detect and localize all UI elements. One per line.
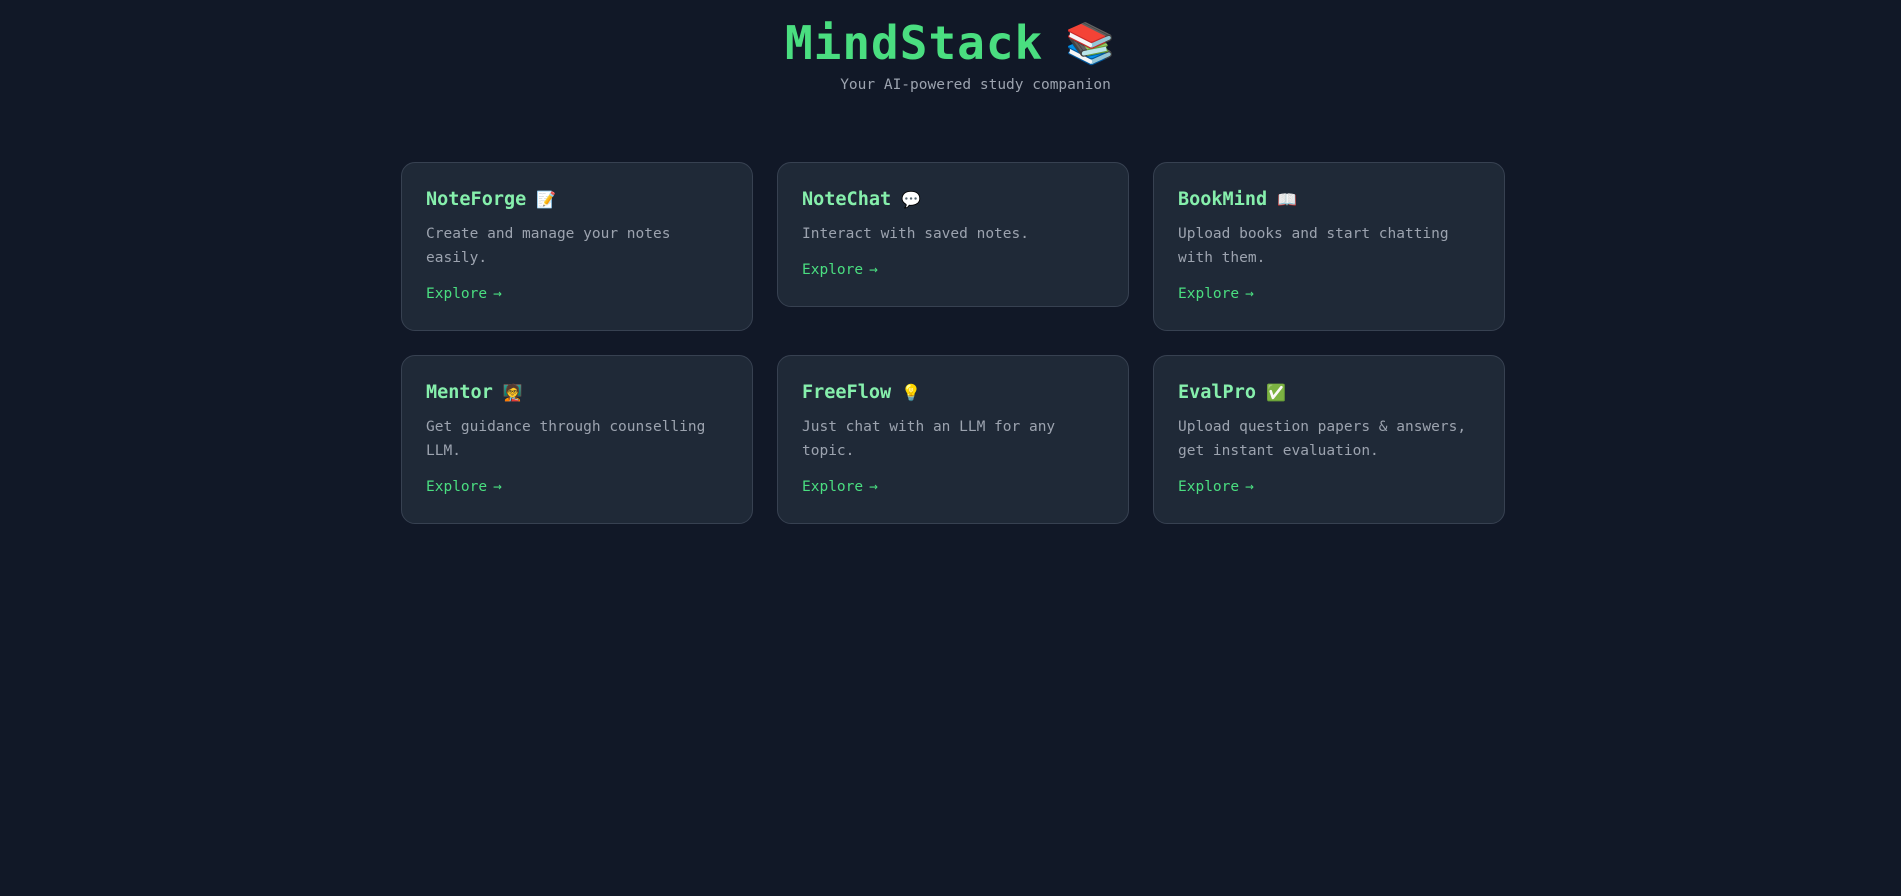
card-description: Upload question papers & answers, get in… [1178,419,1467,459]
card-title-text: BookMind [1178,189,1268,210]
books-icon: 📚 [1065,21,1117,67]
explore-link[interactable]: Explore → [426,478,502,496]
explore-link[interactable]: Explore → [1178,285,1254,303]
explore-link[interactable]: Explore → [426,285,502,303]
open-book-icon: 📖 [1277,190,1298,209]
explore-link-label: Explore [1178,286,1240,302]
memo-icon: 📝 [536,190,557,209]
card-title-text: NoteChat [802,189,892,210]
card-title-text: EvalPro [1178,382,1256,403]
explore-link[interactable]: Explore → [802,478,878,496]
explore-link-label: Explore [426,286,488,302]
app-title-text: MindStack [784,16,1044,70]
card-title-text: FreeFlow [802,382,892,403]
arrow-right-icon: → [869,479,878,495]
light-bulb-icon: 💡 [901,383,922,402]
card-mentor[interactable]: Mentor 🧑‍🏫 Get guidance through counselli… [401,355,753,524]
explore-link-label: Explore [426,479,488,495]
explore-link[interactable]: Explore → [802,261,878,279]
card-title: BookMind 📖 [1178,187,1480,213]
card-description: Create and manage your notes easily. [426,226,671,266]
check-mark-icon: ✅ [1265,383,1286,402]
explore-link-label: Explore [802,479,864,495]
card-description: Upload books and start chatting with the… [1178,226,1449,266]
card-freeflow[interactable]: FreeFlow 💡 Just chat with an LLM for any … [777,355,1129,524]
arrow-right-icon: → [493,479,502,495]
card-description: Get guidance through counselling LLM. [426,419,706,459]
card-evalpro[interactable]: EvalPro ✅ Upload question papers & answer… [1153,355,1505,524]
card-title: Mentor 🧑‍🏫 [426,380,728,406]
feature-grid: NoteForge 📝 Create and manage your notes … [401,162,1505,524]
card-title: FreeFlow 💡 [802,380,1104,406]
arrow-right-icon: → [1245,479,1254,495]
explore-link[interactable]: Explore → [1178,478,1254,496]
explore-link-label: Explore [1178,479,1240,495]
card-title: EvalPro ✅ [1178,380,1480,406]
app-title: MindStack 📚 [0,16,1901,71]
arrow-right-icon: → [493,286,502,302]
arrow-right-icon: → [1245,286,1254,302]
card-description: Just chat with an LLM for any topic. [802,419,1056,459]
app-subtitle: Your AI-powered study companion [840,77,1111,93]
teacher-icon: 🧑‍🏫 [502,383,523,402]
card-description: Interact with saved notes. [802,226,1029,242]
card-noteforge[interactable]: NoteForge 📝 Create and manage your notes … [401,162,753,331]
card-notechat[interactable]: NoteChat 💬 Interact with saved notes. Exp… [777,162,1129,307]
card-bookmind[interactable]: BookMind 📖 Upload books and start chattin… [1153,162,1505,331]
speech-bubble-icon: 💬 [901,190,922,209]
card-title: NoteChat 💬 [802,187,1104,213]
explore-link-label: Explore [802,262,864,278]
card-title-text: Mentor [426,382,493,403]
arrow-right-icon: → [869,262,878,278]
card-title: NoteForge 📝 [426,187,728,213]
card-title-text: NoteForge [426,189,527,210]
